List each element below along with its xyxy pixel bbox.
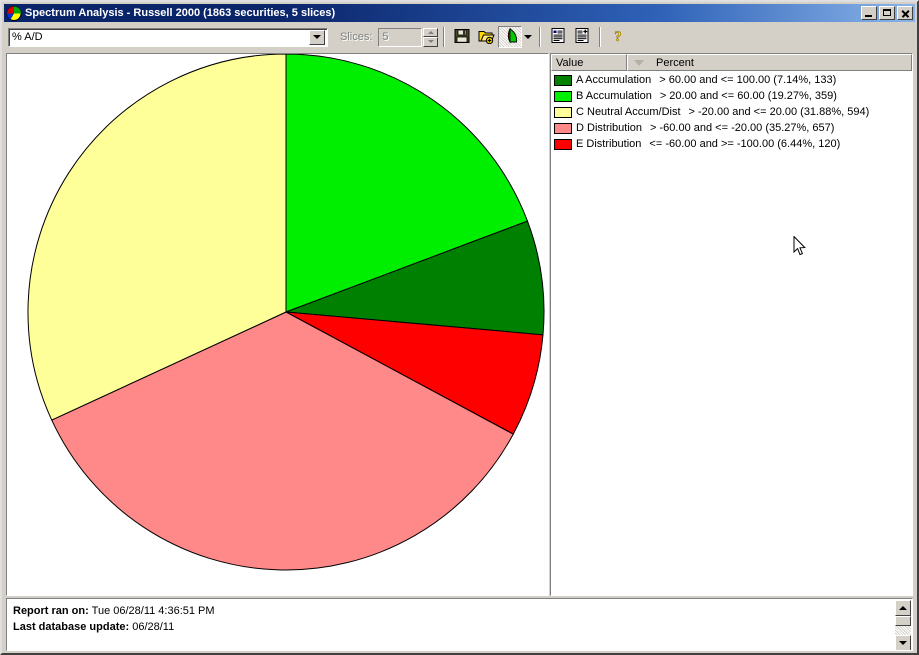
pie-chart-icon — [502, 26, 518, 47]
field-select[interactable]: % A/D — [8, 27, 328, 47]
pie-chart[interactable] — [7, 54, 548, 595]
chevron-down-icon — [524, 35, 533, 39]
slices-value: 5 — [382, 31, 389, 43]
minimize-button[interactable] — [861, 6, 877, 20]
legend-row[interactable]: A Accumulation > 60.00 and <= 100.00 (7.1… — [551, 72, 912, 88]
scrollbar-track[interactable] — [895, 626, 911, 635]
legend-row[interactable]: E Distribution <= -60.00 and >= -100.00 (… — [551, 136, 912, 152]
question-mark-icon: ? — [611, 28, 625, 47]
legend-column-value[interactable]: Value — [551, 54, 627, 71]
chart-panel — [6, 53, 549, 596]
close-button[interactable] — [897, 6, 913, 20]
legend-panel: Value Percent A Accumulation > 60.00 and … — [550, 53, 913, 596]
application-window: Spectrum Analysis - Russell 2000 (1863 s… — [0, 0, 919, 655]
legend-color-swatch — [554, 90, 572, 102]
legend-row[interactable]: B Accumulation > 20.00 and <= 60.00 (19.2… — [551, 88, 912, 104]
legend-color-swatch — [554, 106, 572, 118]
legend-header: Value Percent — [551, 54, 912, 71]
scrollbar-thumb[interactable] — [895, 616, 911, 626]
scroll-down-button[interactable] — [895, 635, 911, 650]
legend-row-name: A Accumulation — [576, 74, 652, 86]
list-add-icon — [575, 28, 589, 46]
pie-chart-icon — [6, 5, 22, 21]
legend-row-description: > 20.00 and <= 60.00 (19.27%, 359) — [659, 90, 837, 102]
slices-label: Slices: — [340, 31, 373, 43]
report-ran-value: Tue 06/28/11 4:36:51 PM — [91, 605, 215, 617]
scroll-up-button[interactable] — [895, 600, 911, 616]
database-update-label: Last database update: — [13, 621, 130, 633]
status-text: Report ran on: Tue 06/28/11 4:36:51 PM L… — [7, 599, 912, 635]
client-area: Value Percent A Accumulation > 60.00 and … — [4, 51, 915, 653]
legend-row-name: B Accumulation — [576, 90, 652, 102]
legend-row-description: > -20.00 and <= 20.00 (31.88%, 594) — [688, 106, 870, 118]
help-button[interactable]: ? — [606, 26, 630, 48]
chevron-down-icon[interactable] — [309, 29, 325, 45]
list-report-icon — [551, 28, 565, 46]
title-bar: Spectrum Analysis - Russell 2000 (1863 s… — [4, 4, 915, 22]
status-panel: Report ran on: Tue 06/28/11 4:36:51 PM L… — [6, 598, 913, 651]
field-select-value: % A/D — [12, 31, 43, 43]
status-scrollbar[interactable] — [895, 600, 911, 650]
report-add-button[interactable] — [570, 26, 594, 48]
toolbar: % A/D Slices: 5 ? — [4, 24, 915, 50]
legend-row-name: C Neutral Accum/Dist — [576, 106, 681, 118]
legend-color-swatch — [554, 138, 572, 150]
chart-type-dropdown-button[interactable] — [522, 26, 534, 48]
report-ran-label: Report ran on: — [13, 605, 89, 617]
toolbar-separator — [443, 27, 446, 47]
legend-color-swatch — [554, 122, 572, 134]
legend-column-percent-label: Percent — [656, 56, 694, 69]
legend-rows: A Accumulation > 60.00 and <= 100.00 (7.1… — [551, 71, 912, 152]
legend-column-percent[interactable]: Percent — [627, 54, 912, 71]
sort-descending-icon — [634, 59, 644, 66]
legend-row[interactable]: C Neutral Accum/Dist > -20.00 and <= 20.0… — [551, 104, 912, 120]
legend-row-description: <= -60.00 and >= -100.00 (6.44%, 120) — [649, 138, 841, 150]
slices-input[interactable]: 5 — [378, 27, 423, 47]
slices-stepper[interactable] — [423, 27, 439, 47]
report-list-button[interactable] — [546, 26, 570, 48]
slices-stepper-down[interactable] — [423, 37, 439, 47]
maximize-button[interactable] — [879, 6, 895, 20]
slices-stepper-up[interactable] — [423, 27, 439, 37]
folder-add-icon — [478, 28, 495, 47]
toolbar-separator — [539, 27, 542, 47]
report-ran-line: Report ran on: Tue 06/28/11 4:36:51 PM — [13, 603, 912, 619]
legend-row-description: > 60.00 and <= 100.00 (7.14%, 133) — [659, 74, 837, 86]
legend-row-description: > -60.00 and <= -20.00 (35.27%, 657) — [650, 122, 835, 134]
database-update-value: 06/28/11 — [132, 621, 175, 633]
save-button[interactable] — [450, 26, 474, 48]
svg-text:?: ? — [615, 29, 623, 44]
open-add-button[interactable] — [474, 26, 498, 48]
legend-row-name: E Distribution — [576, 138, 642, 150]
legend-row-name: D Distribution — [576, 122, 643, 134]
toolbar-separator — [599, 27, 602, 47]
legend-row[interactable]: D Distribution > -60.00 and <= -20.00 (35… — [551, 120, 912, 136]
database-update-line: Last database update: 06/28/11 — [13, 619, 912, 635]
legend-column-value-label: Value — [556, 56, 584, 69]
legend-color-swatch — [554, 74, 572, 86]
floppy-disk-icon — [454, 28, 470, 47]
window-title: Spectrum Analysis - Russell 2000 (1863 s… — [25, 7, 336, 19]
pie-chart-view-button[interactable] — [498, 26, 523, 48]
